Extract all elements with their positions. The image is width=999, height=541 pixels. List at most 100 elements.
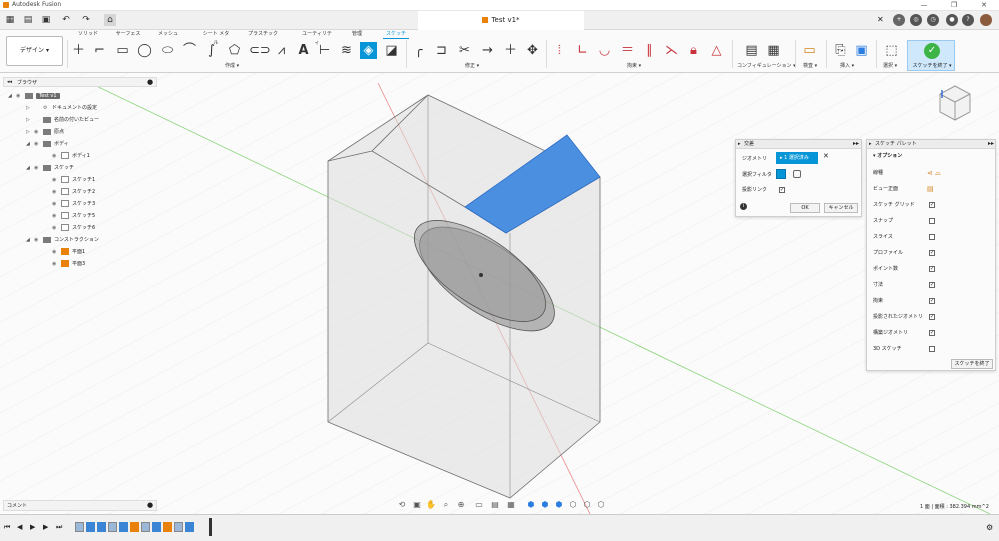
view-cube-icon[interactable] [938,82,972,122]
solid-body[interactable] [327,94,601,499]
parallel-icon[interactable]: ∥ [641,42,658,59]
palette-checkbox[interactable]: ✓ [929,266,935,272]
visibility-eye-icon[interactable]: ◉ [34,126,43,138]
timeline-plane-icon[interactable] [163,522,172,532]
palette-checkbox[interactable] [929,234,935,240]
visibility-eye-icon[interactable]: ◉ [52,150,61,162]
select-box-icon[interactable]: ⬚ [883,42,900,59]
measure-icon[interactable]: ▭ [801,42,818,59]
expand-arrow-icon[interactable]: ◢ [26,138,34,150]
timeline-sketch-icon[interactable] [174,522,183,532]
clear-selection-icon[interactable]: ✕ [823,152,829,160]
step-back-icon[interactable]: ◀ [17,523,22,531]
comments-pin-icon[interactable]: ● [147,501,153,509]
environment-icon[interactable]: ⬡ [582,500,592,510]
visibility-eye-icon[interactable]: ◉ [52,174,61,186]
timeline-extrude-icon[interactable] [86,522,95,532]
palette-collapse-icon[interactable]: ▸ [869,141,872,147]
table-config-icon[interactable]: ▦ [765,42,782,59]
grid-settings-icon[interactable]: ▤ [490,500,500,510]
expand-arrow-icon[interactable]: ◢ [26,234,34,246]
perpendicular-icon[interactable]: ∟ [574,42,591,59]
select-component-icon[interactable]: ⬢ [540,500,550,510]
ellipse-icon[interactable]: ⬭ [159,42,176,59]
home-icon[interactable]: ⌂ [104,14,116,26]
look-at-icon[interactable]: ▣ [412,500,422,510]
browser-item[interactable]: ▷ ◉ 原点 [8,126,158,138]
palette-checkbox[interactable] [929,218,935,224]
expand-arrow-icon[interactable]: ◢ [26,162,34,174]
expand-arrow-icon[interactable]: ▷ [26,126,34,138]
geometry-selection-button[interactable]: ▸ 1 選択済み [776,152,818,164]
palette-checkbox[interactable]: ✓ [929,314,935,320]
palette-checkbox[interactable]: ✓ [929,282,935,288]
palette-expand-icon[interactable]: ▸▸ [988,140,994,147]
lock-fix-icon[interactable]: 🔒︎ [685,42,702,59]
cancel-button[interactable]: キャンセル [824,203,858,213]
palette-checkbox[interactable] [929,346,935,352]
create-group-label[interactable]: 作成 ▾ [225,62,239,69]
browser-item[interactable]: ◢ ◉ コンストラクション [8,234,158,246]
timeline-sketch-icon[interactable] [75,522,84,532]
play-icon[interactable]: ▶ [30,523,35,531]
expand-arrow-icon[interactable]: ▷ [26,114,34,126]
stop-sketch-button[interactable]: スケッチを終了 [951,359,993,369]
circle-icon[interactable]: ◯ [136,42,153,59]
redo-icon[interactable]: ↷ [80,14,92,26]
timeline-extrude-icon[interactable] [185,522,194,532]
timeline-extrude-icon[interactable] [97,522,106,532]
arc-icon[interactable]: ⌒ [181,42,198,59]
ok-button[interactable]: OK [790,203,820,213]
timeline-plane-icon[interactable] [130,522,139,532]
spline-icon[interactable]: ∫ [203,42,220,59]
linetype-icon[interactable]: ⋖ ⌓ [927,165,941,181]
dialog-collapse-icon[interactable]: ▸ [738,141,741,147]
visibility-eye-icon[interactable]: ◉ [16,90,25,102]
visibility-eye-icon[interactable]: ◉ [52,246,61,258]
browser-item[interactable]: ◉ ボディ1 [8,150,158,162]
new-tab-icon[interactable]: + [893,14,905,26]
tab-sketch[interactable]: スケッチ [383,30,409,39]
workspace-button[interactable]: デザイン ▾ [6,36,63,66]
tab-mesh[interactable]: メッシュ [157,30,179,39]
polygon-icon[interactable]: ⬠ [226,42,243,59]
visibility-eye-icon[interactable]: ◉ [34,234,43,246]
browser-item[interactable]: ◉ スケッチ1 [8,174,158,186]
extensions-icon[interactable]: ◎ [910,14,922,26]
palette-checkbox[interactable]: ✓ [929,202,935,208]
palette-checkbox[interactable]: ✓ [929,330,935,336]
collinear-icon[interactable]: ⋋ [663,42,680,59]
trim-icon[interactable]: ✂ [456,42,473,59]
insert-icon[interactable]: ⎘ [832,42,849,59]
browser-item[interactable]: ◉ スケッチ3 [8,198,158,210]
document-tab[interactable]: Test v1* [418,11,584,30]
browser-item[interactable]: ▷ ⚙ ドキュメントの設定 [8,102,158,114]
expand-arrow-icon[interactable]: ▷ [26,102,34,114]
app-grid-icon[interactable]: ▦ [4,14,16,26]
select-occurrence-icon[interactable]: ⬢ [554,500,564,510]
configure-group-label[interactable]: コンフィギュレーション ▾ [737,62,796,69]
help-icon[interactable]: ? [962,14,974,26]
inspect-group-label[interactable]: 検査 ▾ [803,62,817,69]
filter-face-icon[interactable] [793,170,801,178]
visibility-eye-icon[interactable]: ◉ [34,138,43,150]
intersect-icon[interactable]: ◪ [383,42,400,59]
tab-utilities[interactable]: ユーティリティ [300,30,334,46]
tab-solid[interactable]: ソリッド [77,30,99,39]
expand-arrow-icon[interactable]: ◢ [8,90,16,102]
step-forward-icon[interactable]: ▶ [43,523,48,531]
browser-pin-icon[interactable]: ● [147,78,153,86]
visibility-eye-icon[interactable]: ◉ [52,210,61,222]
maximize-icon[interactable]: ❐ [939,0,969,11]
orbit-icon[interactable]: ⟲ [397,500,407,510]
triangle-constraint-icon[interactable]: △ [708,42,725,59]
equal-icon[interactable]: ＝ [619,42,636,59]
line-icon[interactable]: ⌐ [91,42,108,59]
select-group-label[interactable]: 選択 ▾ [883,62,897,69]
close-tab-icon[interactable]: ✕ [877,15,884,24]
dialog-expand-icon[interactable]: ▸▸ [853,140,859,147]
pan-icon[interactable]: ✋ [426,500,436,510]
browser-item[interactable]: ◉ スケッチ6 [8,222,158,234]
coincident-constraint-icon[interactable]: ⦙ [551,42,568,59]
timeline-revolve-icon[interactable] [119,522,128,532]
